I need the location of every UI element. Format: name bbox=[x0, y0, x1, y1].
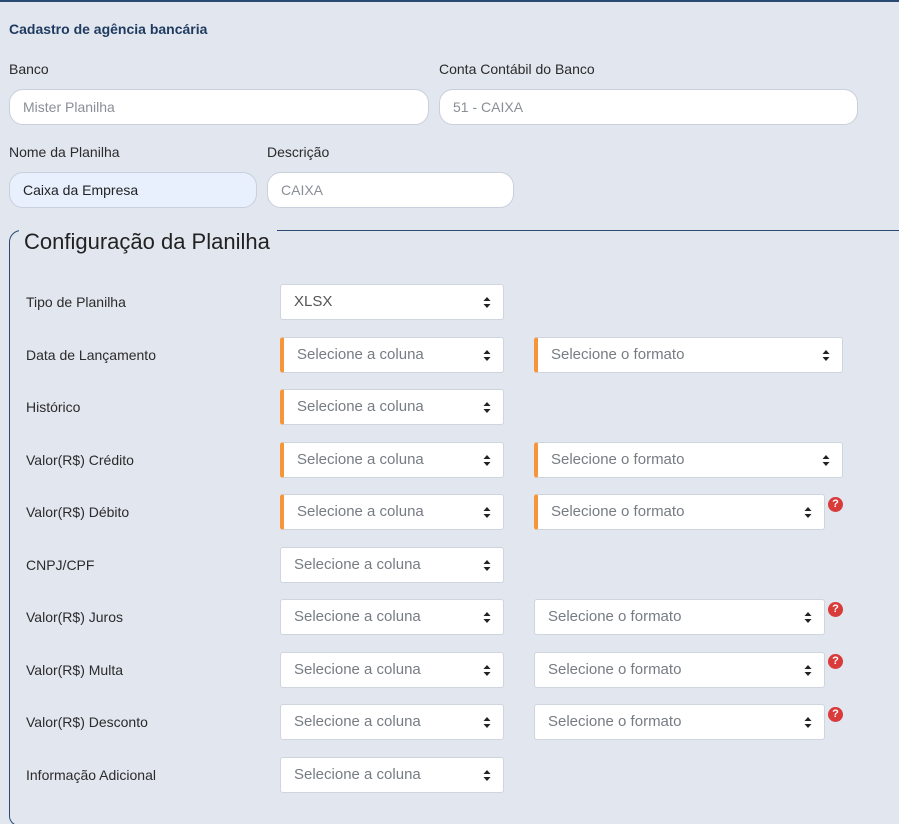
valor-juros-format-select[interactable]: Selecione o formato bbox=[534, 599, 825, 635]
select-arrows-icon bbox=[483, 350, 491, 361]
select-arrows-icon bbox=[483, 665, 491, 676]
column-select-value: Selecione a coluna bbox=[294, 766, 421, 783]
valor-multa-column-select[interactable]: Selecione a coluna bbox=[280, 652, 504, 688]
format-select-value: Selecione o formato bbox=[548, 608, 682, 625]
valor-debito-column-select[interactable]: Selecione a coluna bbox=[280, 494, 504, 530]
row-label-valor-credito: Valor(R$) Crédito bbox=[26, 452, 134, 468]
select-arrows-icon bbox=[483, 402, 491, 413]
format-select-value: Selecione o formato bbox=[551, 503, 685, 520]
valor-juros-column-select[interactable]: Selecione a coluna bbox=[280, 599, 504, 635]
row-label-valor-juros: Valor(R$) Juros bbox=[26, 609, 123, 625]
row-label-valor-multa: Valor(R$) Multa bbox=[26, 662, 123, 678]
select-arrows-icon bbox=[483, 770, 491, 781]
help-icon[interactable]: ? bbox=[828, 707, 843, 722]
help-icon[interactable]: ? bbox=[828, 654, 843, 669]
valor-credito-column-select[interactable]: Selecione a coluna bbox=[280, 442, 504, 478]
row-label-valor-debito: Valor(R$) Débito bbox=[26, 504, 130, 520]
description-label: Descrição bbox=[267, 144, 330, 160]
data-lancamento-format-select[interactable]: Selecione o formato bbox=[534, 337, 843, 373]
select-arrows-icon bbox=[483, 612, 491, 623]
bank-input[interactable]: Mister Planilha bbox=[9, 89, 429, 125]
row-label-historico: Histórico bbox=[26, 399, 81, 415]
help-icon[interactable]: ? bbox=[828, 497, 843, 512]
help-icon[interactable]: ? bbox=[828, 602, 843, 617]
select-arrows-icon bbox=[804, 507, 812, 518]
select-arrows-icon bbox=[822, 455, 830, 466]
select-arrows-icon bbox=[483, 297, 491, 308]
select-arrows-icon bbox=[483, 455, 491, 466]
row-label-cnpj-cpf: CNPJ/CPF bbox=[26, 557, 95, 573]
sheet-type-label: Tipo de Planilha bbox=[26, 294, 126, 310]
description-input[interactable]: CAIXA bbox=[267, 172, 514, 208]
row-label-data-lancamento: Data de Lançamento bbox=[26, 347, 156, 363]
column-select-value: Selecione a coluna bbox=[294, 713, 421, 730]
valor-desconto-format-select[interactable]: Selecione o formato bbox=[534, 704, 825, 740]
valor-debito-format-select[interactable]: Selecione o formato bbox=[534, 494, 825, 530]
data-lancamento-column-select[interactable]: Selecione a coluna bbox=[280, 337, 504, 373]
page-title: Cadastro de agência bancária bbox=[9, 21, 208, 37]
config-legend: Configuração da Planilha bbox=[19, 230, 277, 254]
row-label-informacao-adicional: Informação Adicional bbox=[26, 767, 156, 783]
select-arrows-icon bbox=[483, 717, 491, 728]
select-arrows-icon bbox=[822, 350, 830, 361]
column-select-value: Selecione a coluna bbox=[297, 346, 424, 363]
informacao-adicional-column-select[interactable]: Selecione a coluna bbox=[280, 757, 504, 793]
select-arrows-icon bbox=[483, 507, 491, 518]
account-label: Conta Contábil do Banco bbox=[439, 61, 595, 77]
column-select-value: Selecione a coluna bbox=[294, 556, 421, 573]
row-label-valor-desconto: Valor(R$) Desconto bbox=[26, 714, 148, 730]
valor-desconto-column-select[interactable]: Selecione a coluna bbox=[280, 704, 504, 740]
select-arrows-icon bbox=[483, 560, 491, 571]
select-arrows-icon bbox=[804, 665, 812, 676]
sheet-name-label: Nome da Planilha bbox=[9, 144, 120, 160]
historico-column-select[interactable]: Selecione a coluna bbox=[280, 389, 504, 425]
column-select-value: Selecione a coluna bbox=[297, 503, 424, 520]
sheet-name-input[interactable]: Caixa da Empresa bbox=[9, 172, 257, 208]
bank-label: Banco bbox=[9, 61, 49, 77]
column-select-value: Selecione a coluna bbox=[297, 398, 424, 415]
valor-multa-format-select[interactable]: Selecione o formato bbox=[534, 652, 825, 688]
account-input[interactable]: 51 - CAIXA bbox=[439, 89, 858, 125]
format-select-value: Selecione o formato bbox=[551, 451, 685, 468]
valor-credito-format-select[interactable]: Selecione o formato bbox=[534, 442, 843, 478]
format-select-value: Selecione o formato bbox=[548, 661, 682, 678]
sheet-type-value: XLSX bbox=[294, 293, 333, 310]
select-arrows-icon bbox=[804, 612, 812, 623]
sheet-type-select[interactable]: XLSX bbox=[280, 284, 504, 320]
column-select-value: Selecione a coluna bbox=[294, 608, 421, 625]
cnpj-cpf-column-select[interactable]: Selecione a coluna bbox=[280, 547, 504, 583]
format-select-value: Selecione o formato bbox=[551, 346, 685, 363]
column-select-value: Selecione a coluna bbox=[297, 451, 424, 468]
select-arrows-icon bbox=[804, 717, 812, 728]
column-select-value: Selecione a coluna bbox=[294, 661, 421, 678]
format-select-value: Selecione o formato bbox=[548, 713, 682, 730]
